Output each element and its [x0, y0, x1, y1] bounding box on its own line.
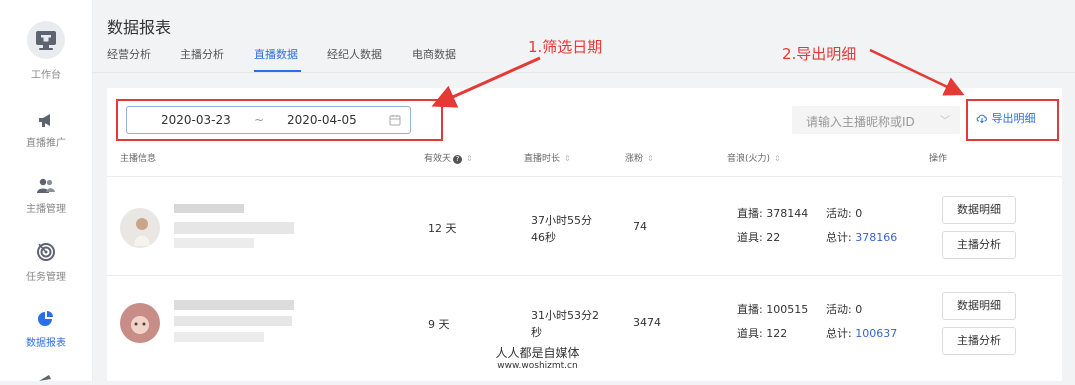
- sidebar-item-live-promotion[interactable]: 直播推广: [0, 112, 92, 149]
- header-divider: [92, 72, 1075, 73]
- blurred-id: [174, 222, 294, 234]
- pin-icon: [39, 375, 51, 381]
- total-label: 总计:: [826, 327, 856, 340]
- avatar: [120, 208, 160, 248]
- props-sound-wave: 道具: 122: [737, 327, 788, 340]
- live-sound-wave: 直播: 100515: [737, 303, 809, 316]
- col-fans-gain[interactable]: 涨粉 ⇕: [625, 151, 654, 164]
- page-title: 数据报表: [107, 18, 172, 37]
- tab-live-data[interactable]: 直播数据: [254, 46, 298, 62]
- tab-agent-data[interactable]: 经纪人数据: [327, 46, 382, 62]
- chevron-down-icon: ﹀: [940, 116, 950, 127]
- watermark: 人人都是自媒体 www.woshizmt.cn: [490, 344, 585, 371]
- blurred-name: [174, 300, 294, 310]
- sort-icon[interactable]: ⇕: [774, 154, 781, 163]
- sort-icon[interactable]: ⇕: [647, 154, 654, 163]
- live-duration-line1: 37小时55分: [531, 214, 592, 227]
- annotation-export-detail: 2.导出明细: [782, 45, 857, 63]
- sidebar-item-label: 直播推广: [26, 138, 66, 149]
- search-placeholder: 请输入主播昵称或ID: [806, 115, 915, 129]
- target-icon: [37, 243, 55, 261]
- help-icon[interactable]: ?: [453, 155, 463, 164]
- sidebar-item-anchor-management[interactable]: 主播管理: [0, 178, 92, 215]
- watermark-line1: 人人都是自媒体: [495, 346, 580, 360]
- sidebar-item-label: 工作台: [31, 70, 61, 81]
- sidebar-item-task-management[interactable]: 任务管理: [0, 242, 92, 283]
- date-filter-highlight: [116, 99, 443, 141]
- total-label: 总计:: [826, 231, 856, 244]
- sidebar-item-data-report[interactable]: 数据报表: [0, 310, 92, 349]
- blurred-id: [174, 316, 292, 326]
- export-detail-button[interactable]: 导出明细: [976, 110, 1036, 126]
- valid-days: 9 天: [428, 318, 450, 331]
- col-actions: 操作: [929, 154, 948, 164]
- pie-chart-icon: [38, 311, 53, 326]
- sidebar-item-label: 数据报表: [26, 338, 66, 349]
- col-valid-days[interactable]: 有效天? ⇕: [424, 151, 473, 164]
- total-sound-wave: 总计: 100637: [826, 325, 897, 341]
- sort-icon[interactable]: ⇕: [564, 154, 571, 163]
- blurred-name: [174, 204, 244, 213]
- live-duration-line2: 秒: [531, 326, 542, 339]
- fans-gain: 74: [633, 220, 647, 233]
- avatar: [120, 303, 160, 343]
- col-label: 音浪(火力): [727, 154, 771, 164]
- activity-sound-wave: 活动: 0: [826, 303, 863, 316]
- tab-ecommerce-data[interactable]: 电商数据: [412, 46, 456, 62]
- activity-sound-wave: 活动: 0: [826, 207, 863, 220]
- live-duration-line1: 31小时53分2: [531, 309, 599, 322]
- valid-days: 12 天: [428, 222, 457, 235]
- total-sound-wave: 总计: 378166: [826, 229, 897, 245]
- sidebar-item-workbench[interactable]: 工作台: [0, 20, 92, 81]
- blurred-info: [174, 332, 264, 342]
- cloud-download-icon: [976, 114, 987, 124]
- sidebar-item-label: 主播管理: [26, 204, 66, 215]
- monitor-icon: [27, 21, 65, 59]
- data-detail-button[interactable]: 数据明细: [942, 292, 1016, 320]
- col-label: 有效天: [424, 154, 452, 164]
- anchor-search-select[interactable]: 请输入主播昵称或ID ﹀: [792, 106, 960, 134]
- live-sound-wave: 直播: 378144: [737, 207, 809, 220]
- watermark-line2: www.woshizmt.cn: [497, 361, 578, 371]
- props-sound-wave: 道具: 22: [737, 231, 781, 244]
- tab-business-analysis[interactable]: 经营分析: [107, 46, 151, 62]
- row-divider: [107, 275, 1062, 276]
- col-label: 涨粉: [625, 154, 644, 164]
- export-label: 导出明细: [991, 112, 1036, 125]
- total-value[interactable]: 100637: [855, 327, 897, 340]
- sidebar: 工作台 直播推广 主播管理 任务管理 数据报表: [0, 0, 93, 381]
- anchor-analysis-button[interactable]: 主播分析: [942, 231, 1016, 259]
- megaphone-icon: [39, 114, 50, 127]
- live-duration-line2: 46秒: [531, 231, 556, 244]
- anchor-analysis-button[interactable]: 主播分析: [942, 327, 1016, 355]
- col-anchor-info: 主播信息: [120, 154, 157, 164]
- total-value[interactable]: 378166: [855, 231, 897, 244]
- data-detail-button[interactable]: 数据明细: [942, 196, 1016, 224]
- annotation-filter-date: 1.筛选日期: [528, 38, 603, 56]
- blurred-info: [174, 238, 254, 248]
- col-live-duration[interactable]: 直播时长 ⇕: [524, 151, 571, 164]
- sidebar-item-label: 任务管理: [26, 272, 66, 283]
- sort-icon[interactable]: ⇕: [466, 154, 473, 163]
- tab-anchor-analysis[interactable]: 主播分析: [180, 46, 224, 62]
- table-header-divider: [107, 176, 1062, 177]
- fans-gain: 3474: [633, 316, 661, 329]
- user-icon: [37, 178, 55, 193]
- col-label: 直播时长: [524, 154, 561, 164]
- col-sound-wave[interactable]: 音浪(火力) ⇕: [727, 151, 781, 164]
